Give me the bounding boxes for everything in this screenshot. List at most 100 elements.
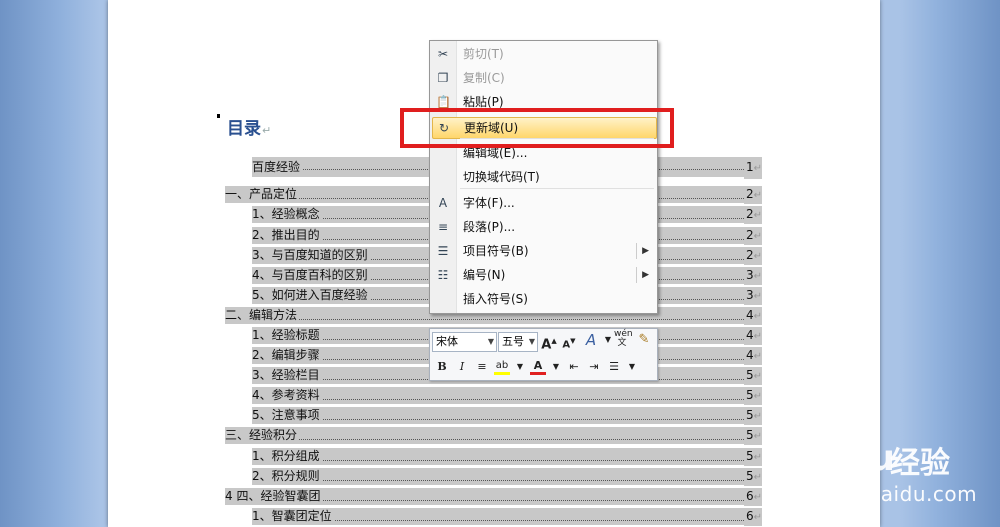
baidu-jingyan-watermark: Bai du 经验 jingyan.baidu.com xyxy=(762,420,1000,527)
watermark-logo: Bai du xyxy=(772,438,895,479)
font-size-value: 五号 xyxy=(502,335,524,348)
toc-entry-text: 4 四、经验智囊团 xyxy=(225,488,323,505)
toc-entry-page: 5↵ xyxy=(743,407,762,425)
bold-button[interactable]: B xyxy=(434,359,450,375)
toc-entry-text: 2、推出目的 xyxy=(252,227,322,244)
toc-leader-dots xyxy=(252,448,752,461)
toc-entry-text: 5、注意事项 xyxy=(252,407,322,424)
paragraph-mark: ↵ xyxy=(262,124,272,137)
context-menu-item-label: 切换域代码(T) xyxy=(463,170,540,184)
dropdown-arrow-icon[interactable]: ▼ xyxy=(624,359,640,375)
toc-entry-text: 二、编辑方法 xyxy=(225,307,300,324)
styles-button[interactable]: A xyxy=(583,332,599,348)
chevron-down-icon[interactable]: ▼ xyxy=(529,333,535,351)
toc-entry-page: 5↵ xyxy=(743,448,762,466)
toc-entry-page: 2↵ xyxy=(743,186,762,204)
paragraph-icon: ≡ xyxy=(437,220,449,234)
highlight-color-icon[interactable]: ab xyxy=(494,359,510,375)
dropdown-arrow-icon[interactable]: ▼ xyxy=(512,359,528,375)
toc-entry-text: 一、产品定位 xyxy=(225,186,300,203)
toc-entry-text: 三、经验积分 xyxy=(225,427,300,444)
paste-icon: 📋 xyxy=(436,95,451,109)
toc-entry-text: 5、如何进入百度经验 xyxy=(252,287,370,304)
toc-entry-page: 1↵ xyxy=(743,157,762,179)
center-align-icon[interactable]: ≡ xyxy=(474,359,490,375)
context-menu-item-label: 项目符号(B) xyxy=(463,244,529,258)
mini-formatting-toolbar[interactable]: 宋体 ▼ 五号 ▼ A▲ A▼ A ▼ wén 文 ✎ B I ≡ ab ▼ A… xyxy=(429,328,658,381)
bullets-icon: ☰ xyxy=(437,244,449,258)
menu-separator xyxy=(460,188,654,189)
toc-entry-text: 1、经验概念 xyxy=(252,206,322,223)
format-painter-icon[interactable]: ✎ xyxy=(636,332,652,348)
toc-leader-dots xyxy=(225,427,752,440)
toc-heading: 目录↵ xyxy=(227,114,271,139)
toc-entry-page: 5↵ xyxy=(743,468,762,486)
shrink-font-button[interactable]: A▼ xyxy=(561,333,577,350)
toc-entry-page: 4↵ xyxy=(743,347,762,365)
highlight-annotation-box xyxy=(400,108,674,148)
context-menu-item[interactable]: ☰ 项目符号(B) ▶ xyxy=(430,240,657,262)
toc-heading-text: 目录 xyxy=(227,119,261,139)
toc-entry[interactable]: 5、注意事项 5↵ xyxy=(252,407,762,425)
toc-entry-text: 4、参考资料 xyxy=(252,387,322,404)
context-menu-item[interactable]: A 字体(F)... xyxy=(430,192,657,214)
text-cursor-marker xyxy=(217,114,220,118)
toc-entry[interactable]: 4 四、经验智囊团 6↵ xyxy=(225,488,762,506)
toc-leader-dots xyxy=(252,407,752,420)
toc-entry-text: 2、编辑步骤 xyxy=(252,347,322,364)
submenu-divider xyxy=(636,243,637,259)
toc-entry-page: 4↵ xyxy=(743,307,762,325)
font-name-combo[interactable]: 宋体 ▼ xyxy=(432,332,497,352)
context-menu[interactable]: ✂ 剪切(T) ❐ 复制(C) 📋 粘贴(P) ↻ 更新域(U) 编辑域(E)... 切换域代码(… xyxy=(429,40,658,314)
toc-entry[interactable]: 1、积分组成 5↵ xyxy=(252,448,762,466)
context-menu-item[interactable]: ☷ 编号(N) ▶ xyxy=(430,264,657,286)
toc-entry[interactable]: 三、经验积分 5↵ xyxy=(225,427,762,445)
context-menu-item-label: 剪切(T) xyxy=(463,47,504,61)
toc-entry-text: 1、智囊团定位 xyxy=(252,508,334,525)
context-menu-item-label: 复制(C) xyxy=(463,71,505,85)
submenu-divider xyxy=(636,267,637,283)
toc-entry[interactable]: 4、参考资料 5↵ xyxy=(252,387,762,405)
font-color-button[interactable]: A xyxy=(530,359,546,375)
toc-leader-dots xyxy=(252,468,752,481)
context-menu-item[interactable]: 插入符号(S) xyxy=(430,288,657,310)
context-menu-item[interactable]: ≡ 段落(P)... xyxy=(430,216,657,238)
italic-button[interactable]: I xyxy=(454,359,470,375)
toc-leader-dots xyxy=(252,387,752,400)
toc-entry-page: 5↵ xyxy=(743,427,762,445)
increase-indent-icon[interactable]: ⇥ xyxy=(586,359,602,375)
toc-entry-text: 1、积分组成 xyxy=(252,448,322,465)
context-menu-item-label: 字体(F)... xyxy=(463,196,515,210)
numbering-icon: ☷ xyxy=(437,268,449,282)
context-menu-item[interactable]: ✂ 剪切(T) xyxy=(430,43,657,65)
toc-entry-page: 3↵ xyxy=(743,287,762,305)
scissors-icon: ✂ xyxy=(437,47,449,61)
toc-entry-page: 6↵ xyxy=(743,508,762,526)
bullets-icon[interactable]: ☰ xyxy=(606,359,622,375)
decrease-indent-icon[interactable]: ⇤ xyxy=(566,359,582,375)
toc-entry[interactable]: 2、积分规则 5↵ xyxy=(252,468,762,486)
toc-entry-text: 2、积分规则 xyxy=(252,468,322,485)
toc-entry-text: 1、经验标题 xyxy=(252,327,322,344)
font-size-combo[interactable]: 五号 ▼ xyxy=(498,332,538,352)
context-menu-item[interactable]: 切换域代码(T) xyxy=(430,166,657,188)
toc-entry-page: 2↵ xyxy=(743,206,762,224)
phonetic-guide-button[interactable]: wén 文 xyxy=(614,330,633,350)
grow-font-button[interactable]: A▲ xyxy=(541,333,557,352)
toc-entry-text: 3、与百度知道的区别 xyxy=(252,247,370,264)
chevron-down-icon[interactable]: ▼ xyxy=(488,333,494,351)
toc-entry[interactable]: 1、智囊团定位 6↵ xyxy=(252,508,762,526)
toc-entry-page: 5↵ xyxy=(743,387,762,405)
toc-entry-text: 3、经验栏目 xyxy=(252,367,322,384)
toc-entry-text: 百度经验 xyxy=(252,157,303,177)
toc-entry-page: 2↵ xyxy=(743,247,762,265)
submenu-arrow-icon: ▶ xyxy=(642,246,649,256)
toc-entry-page: 2↵ xyxy=(743,227,762,245)
context-menu-item-label: 段落(P)... xyxy=(463,220,516,234)
font-name-value: 宋体 xyxy=(436,335,458,348)
font-icon: A xyxy=(438,196,448,210)
toc-entry-page: 6↵ xyxy=(743,488,762,506)
submenu-arrow-icon: ▶ xyxy=(642,270,649,280)
context-menu-item[interactable]: ❐ 复制(C) xyxy=(430,67,657,89)
dropdown-arrow-icon[interactable]: ▼ xyxy=(548,359,564,375)
